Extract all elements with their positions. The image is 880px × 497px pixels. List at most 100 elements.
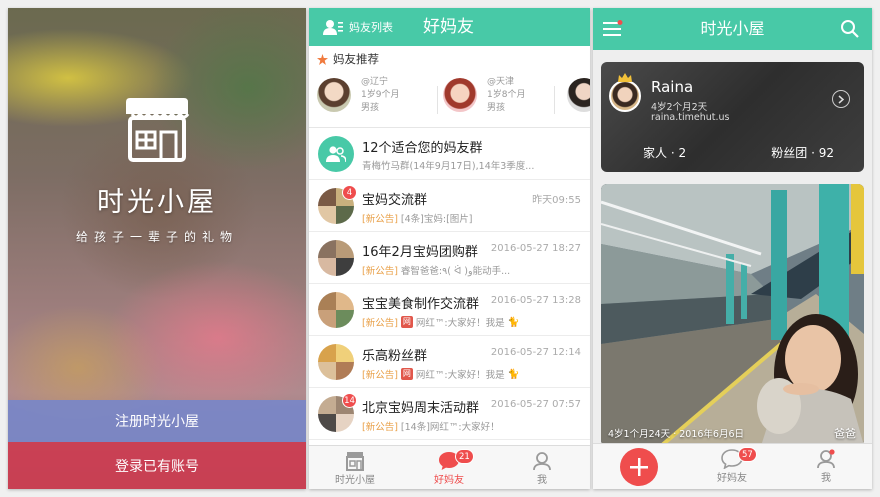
house-icon <box>346 452 364 471</box>
message-text: [14条]网红™:大家好！ <box>400 422 500 433</box>
tab-friends-label: 好妈友 <box>717 473 747 484</box>
group-name: 16年2月宝妈团购群 <box>362 245 478 260</box>
recommend-heading: 妈友推荐 <box>309 46 590 72</box>
cat-emoji-icon: 🐈 <box>507 368 520 380</box>
group-avatar <box>318 344 354 380</box>
group-time: 昨天09:55 <box>532 195 581 206</box>
message-text: [4条]宝妈:[图片] <box>400 214 473 225</box>
notice-tag: [新公告] <box>362 266 398 277</box>
group-time: 2016-05-27 07:57 <box>490 399 581 410</box>
notice-tag: [新公告] <box>362 370 398 381</box>
friends-header: 妈友列表 好妈友 <box>309 8 590 46</box>
group-row[interactable]: 16年2月宝妈团购群 2016-05-27 18:27 [新公告] 睿智爸爸:٩… <box>309 232 590 284</box>
tab-friends[interactable]: 好妈友 21 <box>409 446 489 489</box>
sender-avatar-icon: 网 <box>400 316 413 328</box>
recommend-age: 1岁9个月 <box>361 90 400 100</box>
friends-list-button[interactable]: 妈友列表 <box>323 8 393 46</box>
search-icon <box>841 20 859 38</box>
recommend-card[interactable]: @辽宁 1岁9个月 男孩 <box>309 76 433 122</box>
recommend-place: @天津 <box>487 77 515 87</box>
group-row[interactable]: 14 北京宝妈周末活动群 2016-05-27 07:57 [新公告] [14条… <box>309 388 590 440</box>
sender-avatar-icon: 网 <box>400 368 413 380</box>
tab-me-label: 我 <box>821 473 831 484</box>
group-row[interactable]: 宝宝美食制作交流群 2016-05-27 13:28 [新公告] 网 网红™:大… <box>309 284 590 336</box>
profile-chevron-button[interactable] <box>832 90 850 108</box>
cat-emoji-icon: 🐈 <box>507 316 520 328</box>
tab-home[interactable]: 时光小屋 <box>315 446 395 489</box>
subway-photo <box>601 184 864 446</box>
message-text: 睿智爸爸:٩( ᐛ )و能动手... <box>400 266 511 277</box>
group-name: 宝宝美食制作交流群 <box>362 297 480 312</box>
group-name: 乐高粉丝群 <box>362 349 428 364</box>
home-title: 时光小屋 <box>700 19 765 38</box>
group-row[interactable]: 4 宝妈交流群 昨天09:55 [新公告] [4条]宝妈:[图片] <box>309 180 590 232</box>
tab-me[interactable]: 我 <box>502 446 582 489</box>
group-last-message: [新公告] [4条]宝妈:[图片] <box>362 211 473 225</box>
splash-screen: 时光小屋 给孩子一辈子的礼物 注册时光小屋 登录已有账号 <box>8 8 306 489</box>
chevron-right-icon <box>838 94 844 104</box>
recommend-gender: 男孩 <box>361 103 380 113</box>
group-row[interactable]: 乐高粉丝群 2016-05-27 12:14 [新公告] 网 网红™:大家好！我… <box>309 336 590 388</box>
group-last-message: [新公告] 网 网红™:大家好！我是 🐈 <box>362 367 519 381</box>
recommend-age: 1岁8个月 <box>487 90 526 100</box>
person-icon <box>817 449 835 469</box>
suggestion-subtitle: 青梅竹马群(14年9月17日),14年3季度... <box>362 161 535 172</box>
crown-icon <box>618 73 632 82</box>
recommend-place: @辽宁 <box>361 77 389 87</box>
group-suggestion-row[interactable]: 12个适合您的妈友群 青梅竹马群(14年9月17日),14年3季度... <box>309 128 590 180</box>
group-name: 宝妈交流群 <box>362 193 428 208</box>
tab-bar: 时光小屋 好妈友 21 我 <box>309 445 590 489</box>
recommend-label: 妈友推荐 <box>333 52 379 66</box>
tab-me-label: 我 <box>537 475 547 486</box>
group-avatar <box>318 240 354 276</box>
tab-bar: 好妈友 57 我 <box>593 443 872 489</box>
search-button[interactable] <box>840 19 860 39</box>
divider <box>554 86 555 114</box>
moment-photo-card[interactable]: 4岁1个月24天 · 2016年6月6日 爸爸 <box>601 184 864 446</box>
family-count[interactable]: 家人 · 2 <box>643 144 686 161</box>
group-time: 2016-05-27 12:14 <box>490 347 581 358</box>
group-time: 2016-05-27 13:28 <box>490 295 581 306</box>
group-time: 2016-05-27 18:27 <box>490 243 581 254</box>
fans-count[interactable]: 粉丝团 · 92 <box>771 144 834 161</box>
register-button[interactable]: 注册时光小屋 <box>8 400 306 442</box>
group-last-message: [新公告] 睿智爸爸:٩( ᐛ )و能动手... <box>362 263 510 277</box>
screenshot-collage: 时光小屋 给孩子一辈子的礼物 注册时光小屋 登录已有账号 妈友列表 好妈友 妈友… <box>0 0 880 497</box>
home-screen: 时光小屋 Raina 4岁2个月2天 raina.timehut.us 家人 ·… <box>593 8 872 489</box>
tab-friends-label: 好妈友 <box>434 475 464 486</box>
recommend-gender: 男孩 <box>487 103 506 113</box>
friends-screen: 妈友列表 好妈友 妈友推荐 @辽宁 1岁9个月 男孩 @天津 1岁8个月 男孩 … <box>309 8 590 489</box>
person-icon <box>533 452 551 471</box>
unread-badge: 14 <box>342 393 357 408</box>
child-age: 4岁2个月2天 <box>651 102 708 113</box>
message-text: 网红™:大家好！我是 <box>415 370 505 381</box>
group-last-message: [新公告] [14条]网红™:大家好！ <box>362 419 500 433</box>
tab-badge: 57 <box>738 447 757 462</box>
avatar[interactable] <box>567 78 590 112</box>
star-icon <box>317 53 328 65</box>
tab-friends[interactable]: 好妈友 57 <box>692 444 772 488</box>
login-button[interactable]: 登录已有账号 <box>8 442 306 489</box>
message-text: 网红™:大家好！我是 <box>415 318 505 329</box>
plus-icon <box>630 458 648 476</box>
notice-tag: [新公告] <box>362 422 398 433</box>
tagline: 给孩子一辈子的礼物 <box>75 230 238 244</box>
unread-badge: 4 <box>342 185 357 200</box>
tab-badge: 21 <box>455 449 474 464</box>
group-avatar <box>318 292 354 328</box>
recommend-strip[interactable]: @辽宁 1岁9个月 男孩 @天津 1岁8个月 男孩 <box>309 72 590 128</box>
app-name: 时光小屋 <box>97 187 217 218</box>
avatar <box>443 78 477 112</box>
contacts-icon <box>323 20 343 35</box>
profile-card[interactable]: Raina 4岁2个月2天 raina.timehut.us 家人 · 2 粉丝… <box>601 62 864 172</box>
group-name: 北京宝妈周末活动群 <box>362 401 480 416</box>
group-icon <box>318 136 354 172</box>
notice-tag: [新公告] <box>362 214 398 225</box>
recommend-card[interactable]: @天津 1岁8个月 男孩 <box>435 76 559 122</box>
tab-me[interactable]: 我 <box>786 444 866 488</box>
notice-tag: [新公告] <box>362 318 398 329</box>
group-last-message: [新公告] 网 网红™:大家好！我是 🐈 <box>362 315 519 329</box>
add-moment-button[interactable] <box>620 448 658 486</box>
friends-list-label: 妈友列表 <box>349 21 393 34</box>
friends-title: 好妈友 <box>423 17 474 37</box>
